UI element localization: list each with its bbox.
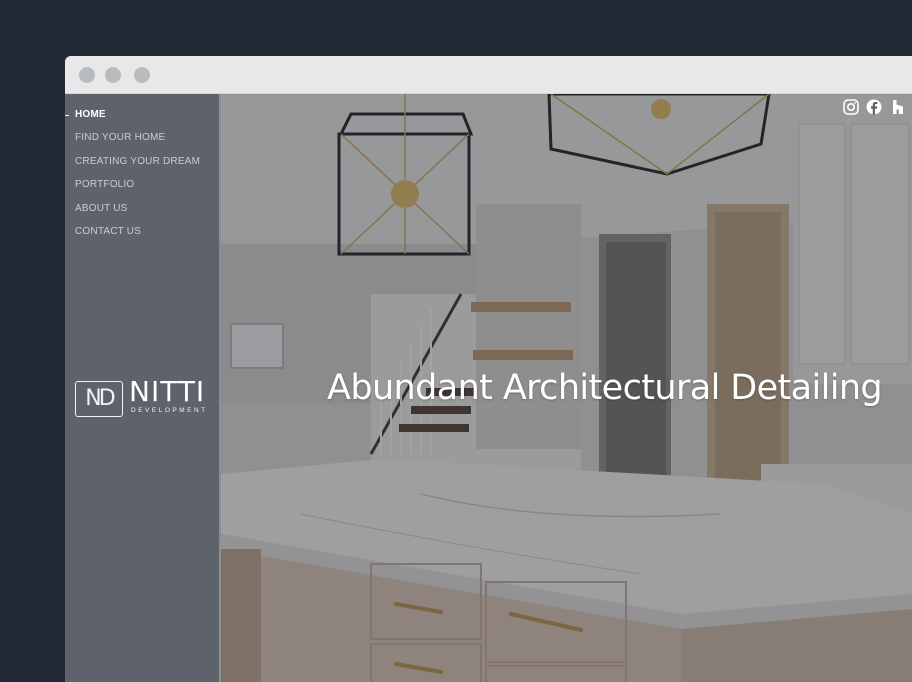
- nav-item-home[interactable]: HOME: [65, 109, 200, 132]
- logo-subtitle: DEVELOPMENT: [131, 407, 208, 414]
- browser-titlebar: [65, 56, 912, 94]
- logo-name: NITTI: [129, 375, 206, 408]
- browser-window: HOME FIND YOUR HOME CREATING YOUR DREAM …: [65, 56, 912, 682]
- brand-logo[interactable]: ND NITTI DEVELOPMENT: [75, 375, 211, 418]
- sidebar: HOME FIND YOUR HOME CREATING YOUR DREAM …: [65, 94, 221, 682]
- nav-item-contact-us[interactable]: CONTACT US: [75, 226, 200, 249]
- maximize-dot[interactable]: [134, 67, 150, 83]
- nav-item-creating-your-dream[interactable]: CREATING YOUR DREAM: [75, 156, 200, 179]
- logo-monogram: ND: [85, 386, 115, 411]
- hero-headline: Abundant Architectural Detailing: [327, 368, 883, 408]
- nav-item-find-your-home[interactable]: FIND YOUR HOME: [75, 132, 200, 155]
- minimize-dot[interactable]: [105, 67, 121, 83]
- facebook-icon[interactable]: [866, 99, 882, 115]
- nav-item-portfolio[interactable]: PORTFOLIO: [75, 179, 200, 202]
- houzz-icon[interactable]: [890, 99, 906, 115]
- hero-section: Abundant Architectural Detailing: [221, 94, 912, 682]
- nav-item-about-us[interactable]: ABOUT US: [75, 203, 200, 226]
- website-viewport: HOME FIND YOUR HOME CREATING YOUR DREAM …: [65, 94, 912, 682]
- logo-monogram-box: ND: [75, 381, 123, 417]
- close-dot[interactable]: [79, 67, 95, 83]
- instagram-icon[interactable]: [843, 99, 859, 115]
- main-nav: HOME FIND YOUR HOME CREATING YOUR DREAM …: [65, 109, 200, 249]
